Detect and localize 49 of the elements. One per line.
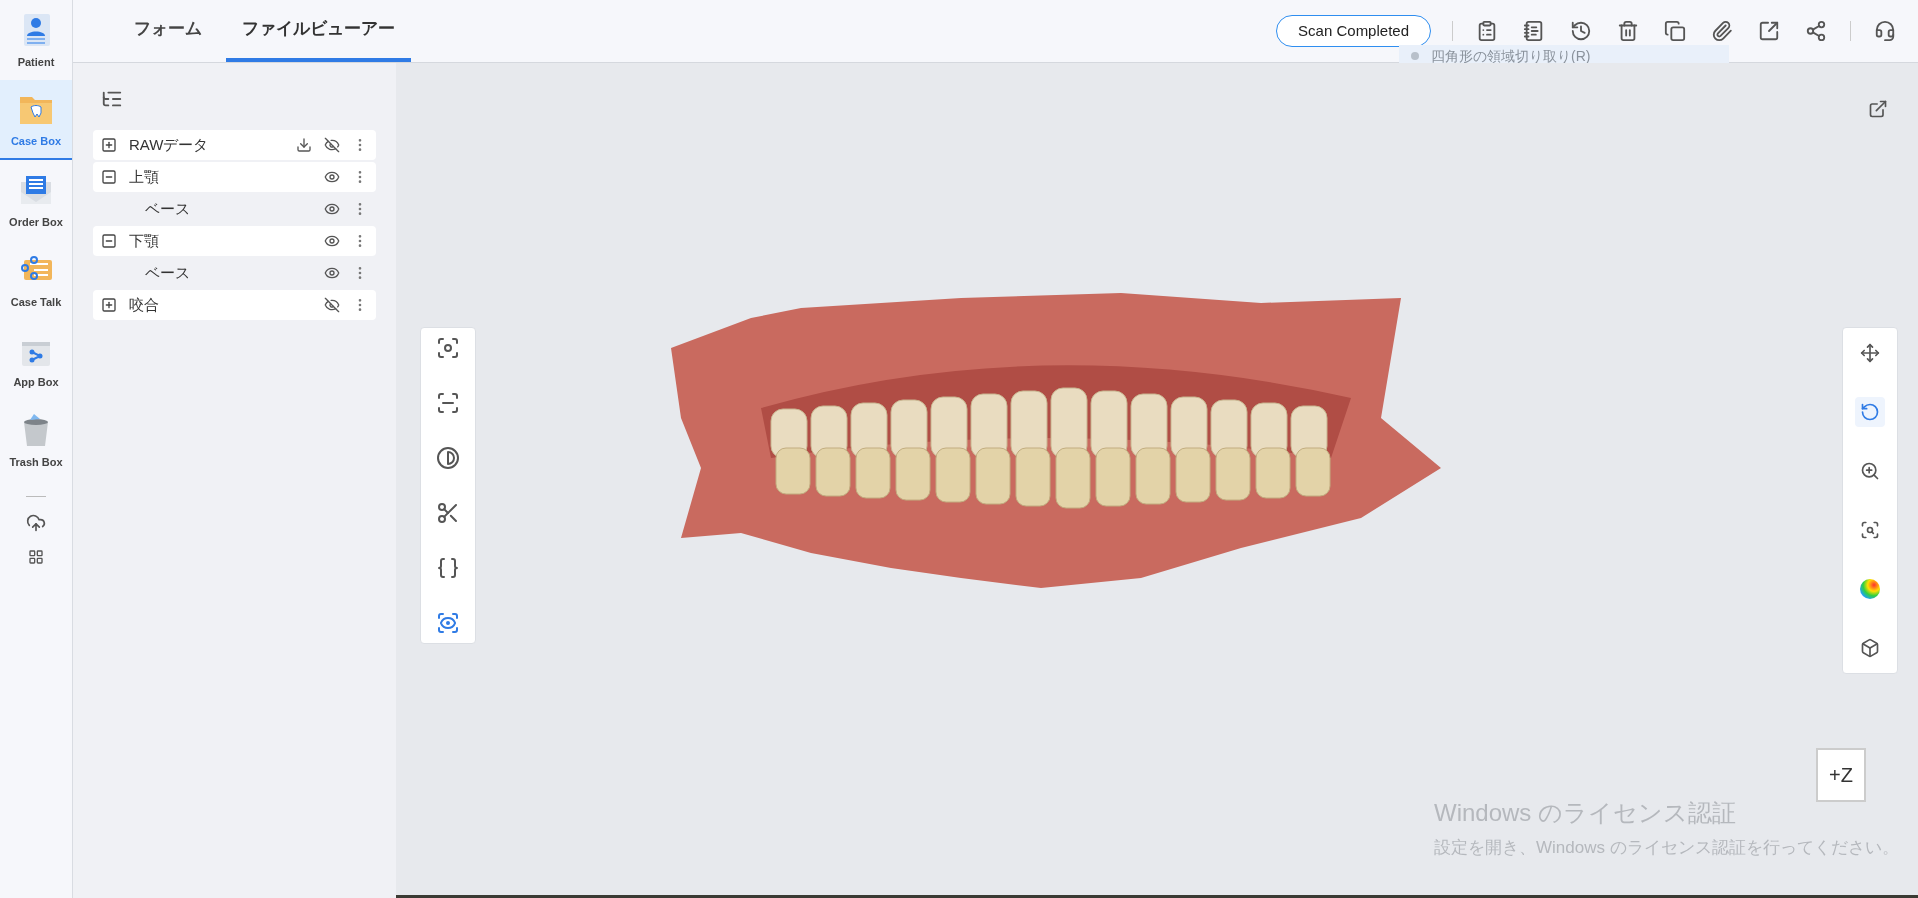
expand-button[interactable]: [101, 137, 117, 153]
rotate-icon: [1860, 402, 1880, 422]
tree-label: 上顎: [129, 166, 159, 187]
eye-icon[interactable]: [324, 201, 340, 217]
eye-off-icon[interactable]: [324, 137, 340, 153]
sidebar-item[interactable]: App Box: [0, 320, 72, 400]
braces-tool[interactable]: [436, 556, 460, 580]
sidebar-item[interactable]: Case Talk: [0, 240, 72, 320]
tree-label: 下顎: [129, 230, 159, 251]
tree-row[interactable]: RAWデータ: [93, 130, 376, 160]
tree-label: 咬合: [129, 294, 159, 315]
collapse-button[interactable]: [101, 233, 117, 249]
color-sphere-icon: [1859, 578, 1881, 600]
half-circle-tool[interactable]: [436, 446, 460, 470]
eye-off-icon[interactable]: [324, 297, 340, 313]
bullet-icon: [1411, 52, 1419, 60]
view-tool[interactable]: [1855, 397, 1885, 427]
zoom-fit-icon: [1860, 520, 1880, 540]
tree-row[interactable]: 下顎: [93, 226, 376, 256]
cloud-upload-icon[interactable]: [26, 513, 46, 533]
sidebar-item[interactable]: Order Box: [0, 160, 72, 240]
sidebar-item[interactable]: Trash Box: [0, 400, 72, 480]
sidebar-item[interactable]: Patient: [0, 0, 72, 80]
eye-icon[interactable]: [324, 169, 340, 185]
scan-completed-button[interactable]: Scan Completed: [1276, 15, 1431, 47]
tree-label: ベース: [145, 262, 190, 283]
tree-label: RAWデータ: [129, 134, 209, 155]
scissors-tool[interactable]: [436, 501, 460, 525]
tab[interactable]: フォーム: [118, 0, 218, 62]
tree-row[interactable]: 咬合: [93, 290, 376, 320]
sidebar-item[interactable]: Case Box: [0, 80, 72, 160]
scan-target-tool[interactable]: [436, 611, 460, 635]
popout-icon[interactable]: [1868, 99, 1888, 119]
eye-icon[interactable]: [324, 265, 340, 281]
scan-frame-tool[interactable]: [436, 391, 460, 415]
cube-icon: [1860, 638, 1880, 658]
collapse-button[interactable]: [101, 169, 117, 185]
tree-label: ベース: [145, 198, 190, 219]
tooltip-text: 四角形の領域切り取り(R): [1431, 46, 1591, 66]
eye-icon[interactable]: [324, 233, 340, 249]
zoom-in-icon: [1860, 461, 1880, 481]
expand-button[interactable]: [101, 297, 117, 313]
move-arrows-icon: [1860, 343, 1880, 363]
download-icon[interactable]: [296, 137, 312, 153]
tree-row[interactable]: 上顎: [93, 162, 376, 192]
focus-frame-tool[interactable]: [436, 336, 460, 360]
copy-button[interactable]: [1662, 18, 1688, 44]
apps-grid-icon[interactable]: [28, 549, 44, 565]
axis-view-button[interactable]: +Z: [1816, 748, 1866, 802]
